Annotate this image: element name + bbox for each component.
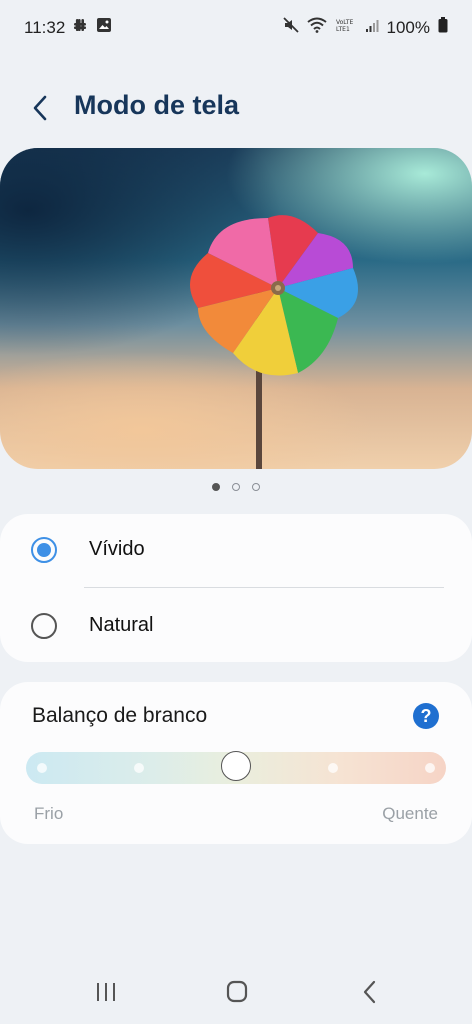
header: Modo de tela <box>0 80 472 136</box>
mute-icon <box>282 17 299 38</box>
slider-thumb[interactable] <box>221 751 251 781</box>
home-icon <box>226 980 248 1003</box>
option-vivid-label: Vívido <box>89 538 145 560</box>
radio-natural[interactable] <box>31 613 57 639</box>
screen-mode-card: Vívido Natural <box>0 514 472 662</box>
white-balance-slider[interactable] <box>26 751 446 784</box>
warm-label: Quente <box>382 804 438 823</box>
navigation-bar <box>0 968 472 1016</box>
pinwheel-illustration <box>190 215 358 469</box>
gallery-icon <box>96 17 112 38</box>
volte-lte-icon: VoLTE LTE1 <box>335 17 357 38</box>
page-dot[interactable] <box>252 483 260 491</box>
back-button[interactable] <box>28 92 56 124</box>
signal-icon <box>365 18 379 38</box>
page-title: Modo de tela <box>74 90 240 120</box>
slider-tick <box>328 763 338 773</box>
svg-text:LTE1: LTE1 <box>336 26 350 33</box>
option-vivid[interactable]: Vívido <box>0 514 472 588</box>
white-balance-title: Balanço de branco <box>32 704 208 727</box>
status-time: 11:32 <box>24 18 66 37</box>
wifi-icon <box>306 17 327 38</box>
nav-back-button[interactable] <box>350 976 390 1008</box>
radio-vivid[interactable] <box>31 537 57 563</box>
slider-tick <box>425 763 435 773</box>
recents-button[interactable] <box>86 976 126 1008</box>
chevron-left-icon <box>33 95 47 121</box>
option-natural[interactable]: Natural <box>0 590 472 664</box>
option-natural-label: Natural <box>89 614 154 636</box>
screen-mode-preview[interactable] <box>0 148 472 469</box>
svg-text:VoLTE: VoLTE <box>336 19 353 26</box>
white-balance-card: Balanço de branco ? Frio Quente <box>0 682 472 844</box>
page-dot[interactable] <box>232 483 240 491</box>
divider <box>84 587 444 588</box>
status-bar: 11:32 VoLTE LTE1 100% <box>0 0 472 56</box>
battery-icon <box>438 17 448 38</box>
home-button[interactable] <box>217 976 257 1008</box>
back-icon <box>363 980 376 1004</box>
cool-label: Frio <box>34 804 64 823</box>
slack-icon <box>72 17 88 38</box>
preview-page-indicator <box>0 483 472 495</box>
slider-tick <box>134 763 144 773</box>
page-dot[interactable] <box>212 483 220 491</box>
battery-percent: 100% <box>386 17 430 37</box>
recents-icon <box>97 983 115 1001</box>
help-icon[interactable]: ? <box>413 703 439 729</box>
slider-tick <box>37 763 47 773</box>
